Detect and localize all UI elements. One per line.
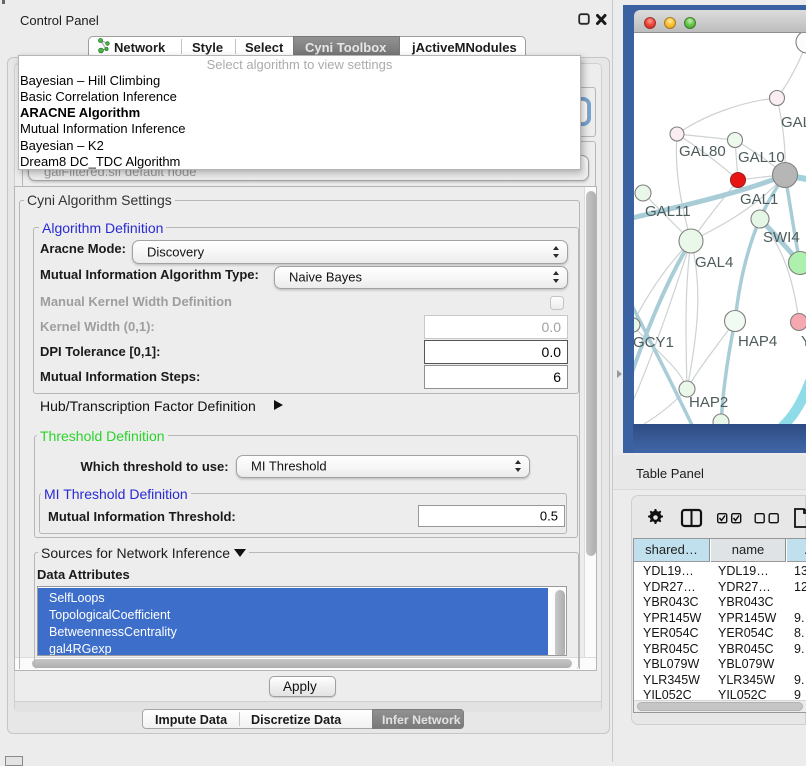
svg-text:GAL1: GAL1 [740, 191, 778, 208]
svg-text:GAL80: GAL80 [679, 143, 726, 160]
svg-text:GAL7: GAL7 [781, 114, 806, 131]
svg-text:GAL4: GAL4 [695, 254, 733, 271]
svg-text:GAL11: GAL11 [645, 203, 691, 220]
svg-text:HAP4: HAP4 [738, 333, 777, 350]
svg-text:HAP2: HAP2 [689, 394, 728, 411]
svg-text:GCY1: GCY1 [634, 334, 674, 351]
svg-text:Y: Y [801, 333, 806, 350]
svg-text:SWI4: SWI4 [763, 229, 800, 246]
svg-text:GAL10: GAL10 [738, 149, 785, 166]
